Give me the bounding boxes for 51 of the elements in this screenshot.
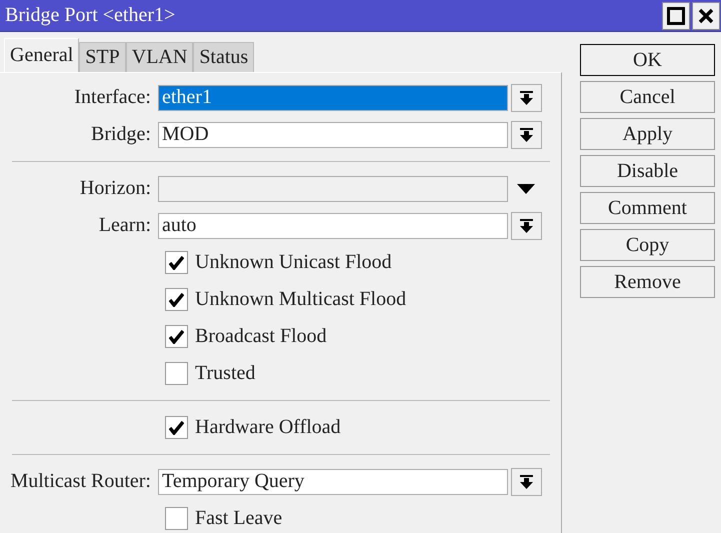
field-label: Interface: bbox=[73, 86, 152, 109]
checkbox-label: Hardware Offload bbox=[195, 416, 341, 439]
select-field[interactable]: ether1 bbox=[158, 84, 508, 110]
maximize-icon bbox=[667, 6, 685, 24]
field-label: Multicast Router: bbox=[9, 470, 152, 493]
dropdown-icon bbox=[520, 128, 533, 142]
dropdown-button[interactable] bbox=[511, 468, 542, 496]
checkmark-icon bbox=[169, 292, 184, 306]
dialog-button[interactable]: Cancel bbox=[580, 81, 715, 113]
dropdown-icon bbox=[520, 218, 533, 232]
close-icon bbox=[698, 8, 714, 24]
dialog-button[interactable]: Copy bbox=[580, 229, 715, 261]
select-field[interactable]: auto bbox=[158, 212, 508, 238]
checkbox-label: Fast Leave bbox=[195, 507, 282, 530]
maximize-button[interactable] bbox=[662, 2, 690, 30]
tab[interactable]: VLAN bbox=[126, 42, 194, 72]
checkbox[interactable] bbox=[165, 288, 188, 311]
tab[interactable]: STP bbox=[79, 42, 126, 72]
checkbox[interactable] bbox=[165, 251, 188, 274]
field-label: Horizon: bbox=[78, 177, 152, 200]
dropdown-button[interactable] bbox=[511, 84, 542, 112]
window-title: Bridge Port <ether1> bbox=[4, 4, 176, 27]
field-label: Bridge: bbox=[90, 123, 152, 146]
dialog-button[interactable]: Remove bbox=[580, 266, 715, 298]
checkmark-icon bbox=[169, 420, 184, 434]
dropdown-button[interactable] bbox=[511, 120, 542, 148]
input-field[interactable] bbox=[158, 176, 508, 202]
checkbox-label: Trusted bbox=[195, 362, 256, 385]
dialog-button[interactable]: Apply bbox=[580, 118, 715, 150]
dropdown-button[interactable] bbox=[511, 212, 542, 240]
tab[interactable]: General bbox=[4, 38, 80, 72]
checkbox-label: Unknown Multicast Flood bbox=[195, 288, 406, 311]
close-button[interactable] bbox=[692, 2, 720, 30]
dialog-button[interactable]: Comment bbox=[580, 192, 715, 224]
dialog-button[interactable]: Disable bbox=[580, 155, 715, 187]
checkbox[interactable] bbox=[165, 507, 188, 530]
checkbox[interactable] bbox=[165, 362, 188, 385]
dropdown-icon bbox=[520, 90, 533, 104]
checkmark-icon bbox=[169, 330, 184, 344]
select-field[interactable]: MOD bbox=[158, 122, 508, 148]
dropdown-icon bbox=[520, 474, 533, 488]
checkbox-label: Broadcast Flood bbox=[195, 325, 327, 348]
select-field[interactable]: Temporary Query bbox=[158, 468, 508, 494]
checkbox[interactable] bbox=[165, 325, 188, 348]
field-label: Learn: bbox=[98, 214, 152, 237]
checkbox-label: Unknown Unicast Flood bbox=[195, 251, 392, 274]
dialog-button[interactable]: OK bbox=[580, 44, 715, 76]
checkbox[interactable] bbox=[165, 416, 188, 439]
dropdown-triangle-icon[interactable] bbox=[517, 184, 535, 194]
checkmark-icon bbox=[169, 256, 184, 270]
tab[interactable]: Status bbox=[193, 42, 254, 72]
